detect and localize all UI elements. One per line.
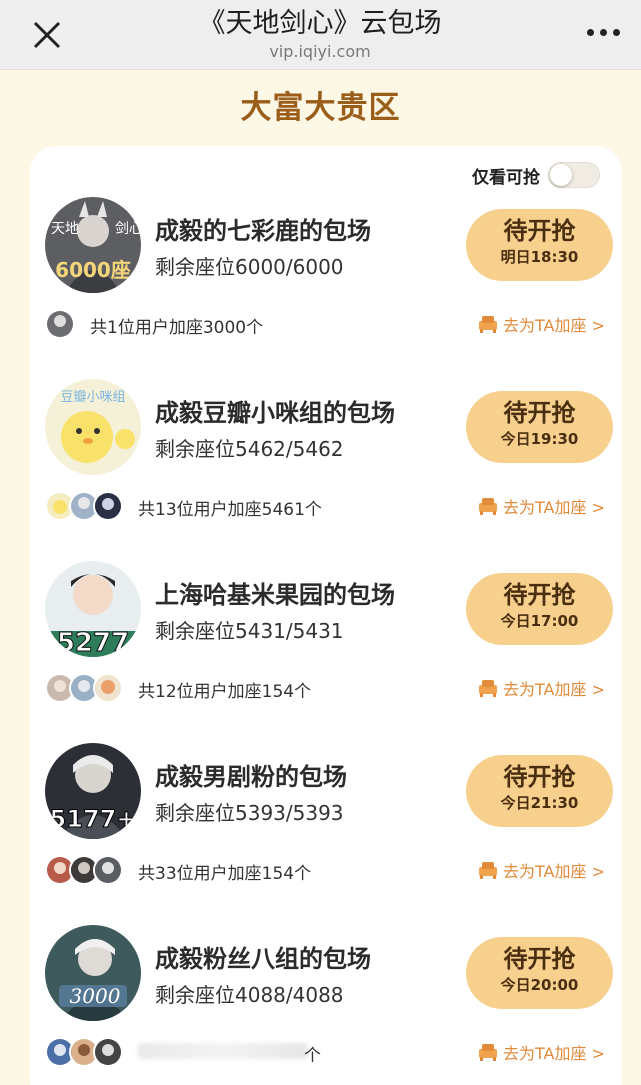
seat-icon bbox=[479, 862, 498, 879]
svg-text:天地: 天地 bbox=[51, 221, 79, 237]
room-name: 成毅豆瓣小咪组的包场 bbox=[155, 399, 395, 427]
page-url: vip.iqiyi.com bbox=[269, 42, 371, 61]
browser-topbar: 《天地剑心》云包场 vip.iqiyi.com bbox=[0, 0, 641, 70]
more-button[interactable] bbox=[587, 26, 621, 40]
room-avatar[interactable]: 5177+ bbox=[45, 743, 141, 839]
filter-toggle-row[interactable]: 仅看可抢 bbox=[472, 162, 600, 188]
add-seat-link[interactable]: 去为TA加座 > bbox=[477, 312, 605, 336]
room-seats: 剩余座位5431/5431 bbox=[155, 619, 344, 643]
room-item: 5277 上海哈基米果园的包场 剩余座位5431/5431 待开抢 今日17:0… bbox=[0, 561, 641, 721]
close-button[interactable] bbox=[30, 18, 64, 52]
room-item: 5177+ 成毅男剧粉的包场 剩余座位5393/5393 待开抢 今日21:30… bbox=[0, 743, 641, 903]
mini-avatar bbox=[45, 309, 75, 339]
mini-avatar bbox=[93, 1037, 123, 1067]
room-item: 天地 剑心 6000座 成毅的七彩鹿的包场 剩余座位6000/6000 待开抢 … bbox=[0, 197, 641, 357]
room-avatar[interactable]: 豆瓣小咪组 bbox=[45, 379, 141, 475]
avatar-overlay-text: 5277 bbox=[57, 628, 129, 657]
room-footer: 共33位用户加座154个 去为TA加座 > bbox=[0, 853, 641, 887]
grab-button[interactable]: 待开抢 今日17:00 bbox=[466, 573, 613, 645]
avatar-overlay-text: 3000 bbox=[70, 984, 121, 1008]
room-avatar[interactable]: 3000 bbox=[45, 925, 141, 1021]
mini-avatar bbox=[93, 491, 123, 521]
more-dots-icon bbox=[600, 29, 607, 36]
avatar-overlay-text: 5177+ bbox=[50, 805, 137, 833]
room-footer: 共12位用户加座154个 去为TA加座 > bbox=[0, 671, 641, 705]
blurred-joined-text bbox=[138, 1043, 308, 1059]
add-seat-link[interactable]: 去为TA加座 > bbox=[477, 858, 605, 882]
mini-avatar bbox=[93, 855, 123, 885]
room-item: 3000 成毅粉丝八组的包场 剩余座位4088/4088 待开抢 今日20:00… bbox=[0, 925, 641, 1085]
joined-count: 共12位用户加座154个 bbox=[138, 682, 312, 702]
grab-button[interactable]: 待开抢 今日20:00 bbox=[466, 937, 613, 1009]
joined-count: 共33位用户加座154个 bbox=[138, 864, 312, 884]
room-avatar[interactable]: 5277 bbox=[45, 561, 141, 657]
room-footer: 共13位用户加座5461个 去为TA加座 > bbox=[0, 489, 641, 523]
seat-icon bbox=[479, 498, 498, 515]
add-seat-label: 去为TA加座 > bbox=[503, 1044, 605, 1063]
grab-label: 待开抢 bbox=[503, 581, 576, 609]
avatar-overlay-text: 6000座 bbox=[55, 258, 131, 282]
seat-icon bbox=[479, 680, 498, 697]
grab-time: 明日18:30 bbox=[500, 248, 579, 266]
seat-icon bbox=[479, 1044, 498, 1061]
grab-label: 待开抢 bbox=[503, 945, 576, 973]
add-seat-link[interactable]: 去为TA加座 > bbox=[477, 494, 605, 518]
room-seats: 剩余座位4088/4088 bbox=[155, 983, 344, 1007]
grab-button[interactable]: 待开抢 今日21:30 bbox=[466, 755, 613, 827]
grab-time: 今日21:30 bbox=[500, 794, 579, 812]
room-seats: 剩余座位5393/5393 bbox=[155, 801, 344, 825]
svg-text:剑心: 剑心 bbox=[115, 221, 141, 237]
title-block: 《天地剑心》云包场 vip.iqiyi.com bbox=[120, 6, 520, 62]
room-name: 成毅的七彩鹿的包场 bbox=[155, 217, 371, 245]
avatar-overlay-text: 豆瓣小咪组 bbox=[60, 390, 125, 405]
room-name: 成毅男剧粉的包场 bbox=[155, 763, 347, 791]
grab-label: 待开抢 bbox=[503, 399, 576, 427]
room-name: 上海哈基米果园的包场 bbox=[155, 581, 395, 609]
room-avatar[interactable]: 天地 剑心 6000座 bbox=[45, 197, 141, 293]
add-seat-label: 去为TA加座 > bbox=[503, 316, 605, 335]
page-title: 《天地剑心》云包场 bbox=[198, 8, 442, 39]
room-seats: 剩余座位5462/5462 bbox=[155, 437, 344, 461]
room-name: 成毅粉丝八组的包场 bbox=[155, 945, 371, 973]
toggle-knob bbox=[550, 164, 572, 186]
grab-time: 今日17:00 bbox=[500, 612, 579, 630]
grab-button[interactable]: 待开抢 明日18:30 bbox=[466, 209, 613, 281]
grab-label: 待开抢 bbox=[503, 763, 576, 791]
seat-icon bbox=[479, 316, 498, 333]
grab-label: 待开抢 bbox=[503, 217, 576, 245]
section-title: 大富大贵区 bbox=[240, 90, 401, 126]
more-dots-icon bbox=[613, 29, 620, 36]
room-item: 豆瓣小咪组 成毅豆瓣小咪组的包场 剩余座位5462/5462 待开抢 今日19:… bbox=[0, 379, 641, 539]
room-footer: 个 去为TA加座 > bbox=[0, 1035, 641, 1069]
add-seat-link[interactable]: 去为TA加座 > bbox=[477, 676, 605, 700]
close-icon bbox=[33, 21, 61, 49]
joined-count: 共13位用户加座5461个 bbox=[138, 500, 322, 520]
more-dots-icon bbox=[587, 29, 594, 36]
mini-avatar bbox=[93, 673, 123, 703]
grab-button[interactable]: 待开抢 今日19:30 bbox=[466, 391, 613, 463]
joined-count-tail: 个 bbox=[304, 1046, 321, 1066]
grab-time: 今日20:00 bbox=[500, 976, 579, 994]
filter-toggle[interactable] bbox=[548, 162, 600, 188]
add-seat-label: 去为TA加座 > bbox=[503, 862, 605, 881]
joined-count: 共1位用户加座3000个 bbox=[90, 318, 264, 338]
room-footer: 共1位用户加座3000个 去为TA加座 > bbox=[0, 307, 641, 341]
add-seat-label: 去为TA加座 > bbox=[503, 680, 605, 699]
room-seats: 剩余座位6000/6000 bbox=[155, 255, 344, 279]
add-seat-link[interactable]: 去为TA加座 > bbox=[477, 1040, 605, 1064]
add-seat-label: 去为TA加座 > bbox=[503, 498, 605, 517]
filter-label: 仅看可抢 bbox=[472, 167, 540, 188]
grab-time: 今日19:30 bbox=[500, 430, 579, 448]
